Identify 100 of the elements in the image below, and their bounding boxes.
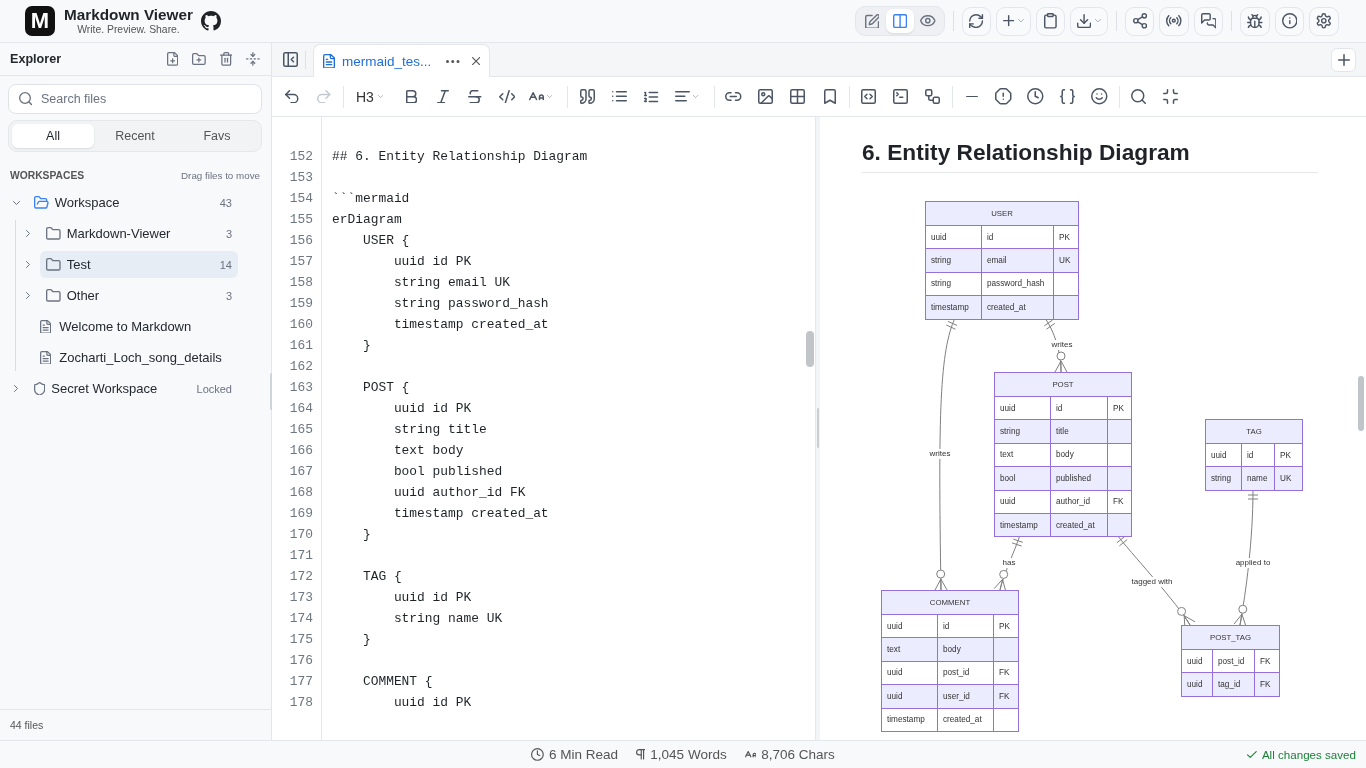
attribute-name: name (1241, 467, 1274, 490)
search-icon (19, 92, 33, 106)
relationship-label: tagged with (1130, 577, 1174, 587)
attribute-name: title (1050, 420, 1107, 443)
github-icon[interactable] (200, 11, 221, 31)
braces-icon[interactable] (1060, 89, 1076, 104)
pencil-icon (864, 13, 880, 29)
search-icon[interactable] (1131, 89, 1147, 104)
chevron-icon[interactable] (14, 385, 18, 392)
line-number: 162 (289, 359, 313, 374)
attribute-key: FK (1254, 673, 1278, 696)
line-number: 172 (289, 569, 313, 584)
relationship-label: writes (928, 449, 952, 459)
filter-tab[interactable]: Favs (176, 124, 258, 148)
clipboard-button[interactable] (1036, 6, 1066, 36)
code-line: } (361, 527, 371, 542)
strikethrough-icon[interactable] (468, 89, 482, 104)
code-line: string title (392, 422, 487, 437)
chevron-icon[interactable] (26, 230, 30, 237)
chevron-icon[interactable] (26, 292, 30, 299)
item-count: 3 (225, 227, 232, 240)
code-line: TAG { (361, 569, 402, 584)
attribute-type: string (930, 255, 953, 268)
image-icon[interactable] (758, 89, 774, 104)
debug-button[interactable] (1240, 6, 1270, 36)
tree-item[interactable]: Secret Workspace Locked (28, 375, 238, 402)
attribute-type: uuid (886, 690, 904, 703)
more-icon[interactable] (446, 59, 460, 63)
italic-icon[interactable] (437, 89, 450, 104)
filter-tab[interactable]: Recent (94, 124, 176, 148)
clock-icon[interactable] (1027, 88, 1044, 105)
broadcast-button[interactable] (1159, 6, 1189, 36)
caret-icon (1095, 19, 1102, 23)
trash-icon[interactable] (219, 52, 233, 66)
new-tab-button[interactable] (1331, 47, 1356, 72)
line-number: 156 (289, 233, 313, 248)
undo-icon[interactable] (285, 89, 299, 104)
relationship-label: writes (1050, 340, 1074, 350)
caret-icon (547, 95, 553, 98)
scrollbar[interactable] (806, 331, 814, 367)
broadcast-icon (1166, 15, 1182, 27)
download-button[interactable] (1070, 6, 1109, 36)
tree-item[interactable]: Zocharti_Loch_song_details (34, 344, 238, 371)
share-button[interactable] (1125, 6, 1155, 36)
bullet-list-icon[interactable] (611, 91, 627, 102)
flowchart-icon[interactable] (925, 89, 941, 104)
heading-dropdown[interactable]: H3 (347, 82, 396, 111)
view-mode-switch[interactable] (854, 6, 945, 36)
new-file-icon[interactable] (166, 52, 178, 66)
code-line: } (361, 338, 371, 353)
eye-icon (920, 15, 936, 27)
collapse-icon[interactable] (246, 52, 260, 66)
code-icon[interactable] (498, 89, 516, 104)
info-button[interactable] (1274, 6, 1305, 36)
folder-open-icon (34, 196, 49, 209)
chevron-icon[interactable] (26, 261, 30, 268)
tree-item[interactable]: Welcome to Markdown (34, 313, 238, 340)
plus-icon (1002, 15, 1015, 27)
warning-icon[interactable] (995, 88, 1012, 105)
tree-item[interactable]: Test 14 (40, 251, 238, 278)
code-block-icon[interactable] (861, 89, 877, 104)
attribute-type: timestamp (886, 714, 926, 727)
numbered-list-icon[interactable] (644, 90, 659, 103)
minus-icon[interactable] (965, 95, 978, 98)
refresh-button[interactable] (961, 6, 991, 36)
attribute-key: UK (1274, 467, 1301, 490)
tree-item[interactable]: Workspace 43 (28, 189, 238, 216)
tree-item[interactable]: Markdown-Viewer 3 (40, 220, 238, 247)
editor-tab[interactable]: mermaid_tes... (313, 44, 490, 77)
smiley-icon[interactable] (1091, 88, 1108, 105)
minimize-icon[interactable] (1163, 89, 1179, 104)
app-logo: M (25, 6, 55, 36)
line-number: 167 (289, 464, 313, 479)
chevron-icon[interactable] (12, 200, 20, 205)
sidebar-toggle-icon[interactable] (283, 52, 298, 67)
line-number: 165 (289, 422, 313, 437)
terminal-icon[interactable] (893, 89, 909, 104)
pilcrow-icon (636, 749, 646, 760)
bookmark-icon[interactable] (823, 89, 836, 104)
settings-button[interactable] (1309, 6, 1339, 36)
split-view-button[interactable] (885, 9, 914, 33)
bold-icon[interactable] (405, 89, 417, 104)
link-icon[interactable] (725, 92, 742, 101)
code-line: erDiagram (332, 212, 402, 227)
caret-icon (1018, 19, 1025, 23)
section-title: WORKSPACES (10, 169, 85, 181)
close-icon[interactable] (471, 56, 480, 66)
filter-tab[interactable]: All (12, 124, 94, 148)
attribute-name: email (981, 249, 1053, 272)
tree-item[interactable]: Other 3 (40, 282, 238, 309)
line-number: 164 (289, 401, 313, 416)
quote-icon[interactable] (579, 89, 595, 104)
attribute-name: published (1050, 467, 1107, 490)
comments-button[interactable] (1193, 6, 1224, 36)
scrollbar[interactable] (1358, 376, 1364, 431)
code-line: bool published (392, 464, 503, 479)
item-count: 3 (225, 289, 232, 302)
table-icon[interactable] (790, 89, 806, 104)
new-folder-icon[interactable] (192, 53, 206, 65)
search-field[interactable]: Search files (8, 84, 262, 114)
